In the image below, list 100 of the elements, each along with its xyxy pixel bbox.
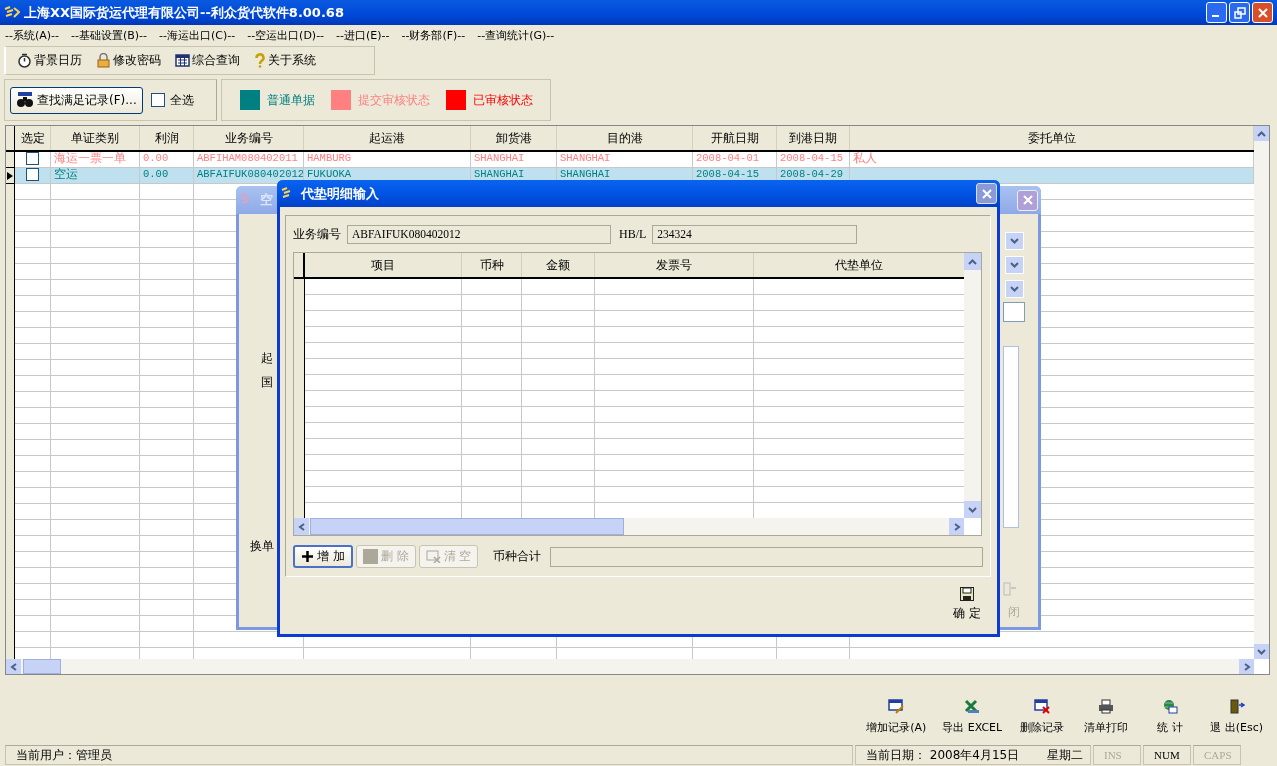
help-icon: [254, 53, 266, 68]
chevron-down-icon: [1010, 262, 1019, 268]
horizontal-scrollbar[interactable]: [294, 518, 964, 535]
column-header[interactable]: 单证类别: [51, 126, 140, 150]
chevron-down-icon: [1010, 286, 1019, 292]
field-label: 国: [261, 374, 273, 391]
table-cell: SHANGHAI: [474, 152, 525, 165]
menu-item[interactable]: --空运出口(D)--: [245, 27, 327, 43]
key-indicator: INS: [1093, 745, 1141, 765]
table-cell: 2008-04-15: [780, 152, 843, 165]
table-cell: FUKUOKA: [307, 168, 352, 181]
restore-icon: [1233, 6, 1246, 19]
column-header[interactable]: 到港日期: [777, 126, 850, 150]
menu-item[interactable]: --系统(A)--: [3, 27, 61, 43]
field-label: 换单: [250, 538, 274, 555]
column-header[interactable]: 金额: [522, 253, 595, 277]
input-field[interactable]: 234324: [652, 224, 858, 244]
binoculars-icon: [16, 92, 34, 108]
action-button[interactable]: 导出 EXCEL: [938, 697, 1007, 737]
field-label: HB/L: [619, 226, 647, 242]
dialog-button[interactable]: 增 加: [293, 545, 353, 568]
dropdown-button[interactable]: [1005, 280, 1024, 298]
field-label: 币种合计: [493, 548, 542, 565]
chevron-down-icon: [1010, 238, 1019, 244]
table-cell: SHANGHAI: [560, 168, 611, 181]
dropdown-button[interactable]: [1005, 256, 1024, 274]
restore-button[interactable]: [1229, 2, 1250, 23]
current-row-icon: [7, 171, 13, 180]
exit-door-icon: [1228, 699, 1245, 714]
column-header[interactable]: 开航日期: [693, 126, 777, 150]
form-delete-icon: [1034, 699, 1051, 714]
menu-item[interactable]: --财务部(F)--: [399, 27, 468, 43]
table-cell: SHANGHAI: [560, 152, 611, 165]
clear-icon: [425, 550, 441, 563]
printer-icon: [1098, 699, 1115, 714]
row-header[interactable]: [6, 152, 15, 168]
input-field[interactable]: [550, 546, 983, 567]
scrollbar-thumb[interactable]: [23, 659, 61, 674]
table-cell: 2008-04-01: [696, 152, 759, 165]
legend-label: 普通单据: [267, 91, 315, 109]
column-header[interactable]: 项目: [305, 253, 462, 277]
scrollbar-thumb[interactable]: [310, 518, 624, 535]
action-button[interactable]: 统 计: [1142, 697, 1199, 737]
minimize-button[interactable]: [1206, 2, 1227, 23]
action-button[interactable]: 清单打印: [1078, 697, 1135, 737]
close-icon: [1022, 195, 1033, 205]
column-header[interactable]: 目的港: [557, 126, 693, 150]
table-cell: ABFIHAM080402011: [197, 152, 298, 165]
toolbar-button[interactable]: 背景日历: [14, 50, 85, 71]
action-button[interactable]: 删除记录: [1014, 697, 1071, 737]
table-cell: 海运一票一单: [54, 152, 126, 165]
app-icon: [4, 5, 20, 20]
column-header[interactable]: 发票号: [595, 253, 754, 277]
horizontal-scrollbar[interactable]: [6, 659, 1254, 674]
lock-icon: [96, 53, 111, 68]
input-field[interactable]: [1003, 302, 1025, 322]
row-checkbox[interactable]: [26, 152, 39, 165]
row-checkbox[interactable]: [26, 168, 39, 181]
column-header[interactable]: 币种: [462, 253, 522, 277]
form-edit-icon: [888, 699, 905, 714]
column-header[interactable]: 起运港: [304, 126, 471, 150]
column-header[interactable]: 选定: [15, 126, 51, 150]
dropdown-button[interactable]: [1005, 232, 1024, 250]
field-label: 起: [261, 350, 273, 367]
row-header[interactable]: [6, 168, 15, 184]
ok-button[interactable]: 确 定: [947, 585, 987, 624]
table-cell: 0.00: [143, 168, 169, 181]
toolbar-button[interactable]: 修改密码: [93, 50, 164, 71]
column-header[interactable]: 利润: [140, 126, 194, 150]
table-cell: HAMBURG: [307, 152, 352, 165]
status-user: 当前用户：管理员: [5, 745, 853, 765]
action-button[interactable]: 增加记录(A): [862, 697, 931, 737]
stopwatch-icon: [17, 53, 32, 68]
exit-door-icon: [1003, 582, 1017, 596]
find-button[interactable]: 查找满足记录(F)...: [10, 86, 143, 114]
globe-icon: [1162, 699, 1179, 714]
input-field[interactable]: ABFAIFUK080402012: [347, 224, 611, 244]
action-button[interactable]: 退 出(Esc): [1206, 697, 1267, 737]
calendar-icon: [175, 53, 190, 68]
menu-item[interactable]: --海运出口(C)--: [157, 27, 238, 43]
list-box[interactable]: [1003, 346, 1019, 528]
close-icon: [981, 188, 992, 199]
toolbar-button[interactable]: 综合查询: [172, 50, 243, 71]
field-label: 业务编号: [293, 225, 341, 243]
menu-item[interactable]: --进口(E)--: [334, 27, 392, 43]
close-icon: [1257, 7, 1268, 18]
column-header[interactable]: 业务编号: [194, 126, 304, 150]
column-header[interactable]: 卸货港: [471, 126, 557, 150]
toolbar-button[interactable]: 关于系统: [251, 50, 319, 71]
vertical-scrollbar[interactable]: [1254, 126, 1269, 659]
select-all-checkbox[interactable]: 全选: [150, 91, 194, 109]
menu-item[interactable]: --基础设置(B)--: [69, 27, 149, 43]
vertical-scrollbar[interactable]: [964, 253, 981, 518]
table-cell: ABFAIFUK080402012: [197, 168, 303, 181]
close-button[interactable]: [1017, 189, 1038, 211]
table-cell: 私人: [853, 152, 877, 165]
window-title: 上海XX国际货运代理有限公司--利众货代软件8.00.68: [24, 3, 344, 22]
close-button[interactable]: [976, 183, 997, 204]
menu-item[interactable]: --查询统计(G)--: [475, 27, 557, 43]
legend-label: 已审核状态: [473, 91, 533, 109]
